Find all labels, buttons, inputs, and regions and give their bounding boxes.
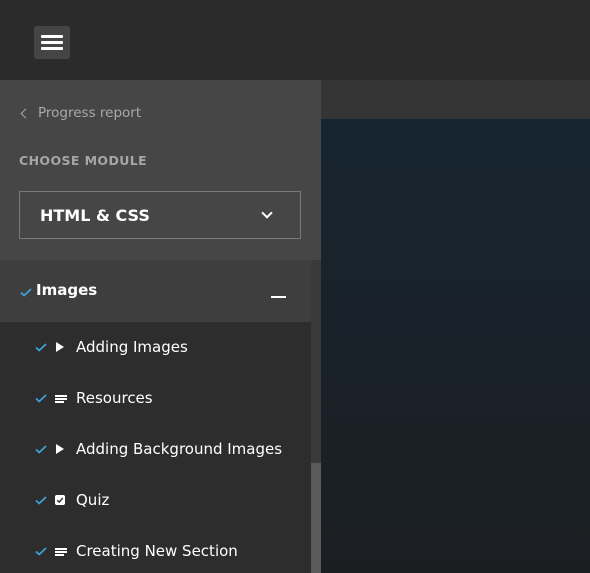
- hamburger-menu-icon[interactable]: [34, 26, 70, 59]
- lesson-label: Creating New Section: [76, 542, 238, 560]
- minus-icon[interactable]: [271, 296, 286, 298]
- check-icon: [35, 496, 47, 505]
- chevron-down-icon: [261, 207, 273, 219]
- sidebar-scrollbar[interactable]: [311, 260, 321, 573]
- scrollbar-thumb[interactable]: [311, 463, 321, 573]
- module-select-value: HTML & CSS: [40, 205, 150, 225]
- course-sidebar: Progress report CHOOSE MODULE HTML & CSS…: [0, 80, 321, 573]
- lesson-label: Adding Background Images: [76, 440, 283, 458]
- check-icon: [20, 288, 32, 297]
- check-icon: [35, 343, 47, 352]
- top-bar: [0, 0, 590, 80]
- lesson-item-adding-images[interactable]: Adding Images: [0, 322, 311, 373]
- lesson-item-adding-background-images[interactable]: Adding Background Images: [0, 424, 311, 475]
- check-icon: [35, 445, 47, 454]
- play-icon: [55, 341, 65, 353]
- lesson-label: Adding Images: [76, 338, 188, 356]
- lesson-item-resources[interactable]: Resources: [0, 373, 311, 424]
- text-lines-icon: [55, 392, 67, 404]
- lesson-label: Resources: [76, 389, 153, 407]
- lesson-content-area: [321, 80, 590, 573]
- progress-report-label: Progress report: [38, 105, 142, 121]
- lesson-label: Quiz: [76, 491, 110, 509]
- check-icon: [35, 547, 47, 556]
- video-player[interactable]: [321, 119, 590, 573]
- progress-report-link[interactable]: Progress report: [19, 105, 141, 121]
- section-title: Images: [36, 281, 98, 299]
- section-header-images[interactable]: Images: [0, 260, 311, 322]
- lesson-item-creating-new-section[interactable]: Creating New Section: [0, 526, 311, 573]
- quiz-check-icon: [55, 495, 65, 505]
- chevron-left-icon: [20, 108, 31, 118]
- content-toolbar: [321, 80, 590, 119]
- choose-module-label: CHOOSE MODULE: [19, 153, 148, 168]
- module-select-dropdown[interactable]: HTML & CSS: [19, 191, 301, 239]
- text-lines-icon: [55, 545, 67, 557]
- sidebar-header: Progress report CHOOSE MODULE HTML & CSS: [0, 80, 321, 260]
- lesson-item-quiz[interactable]: Quiz: [0, 475, 311, 526]
- play-icon: [55, 443, 65, 455]
- check-icon: [35, 394, 47, 403]
